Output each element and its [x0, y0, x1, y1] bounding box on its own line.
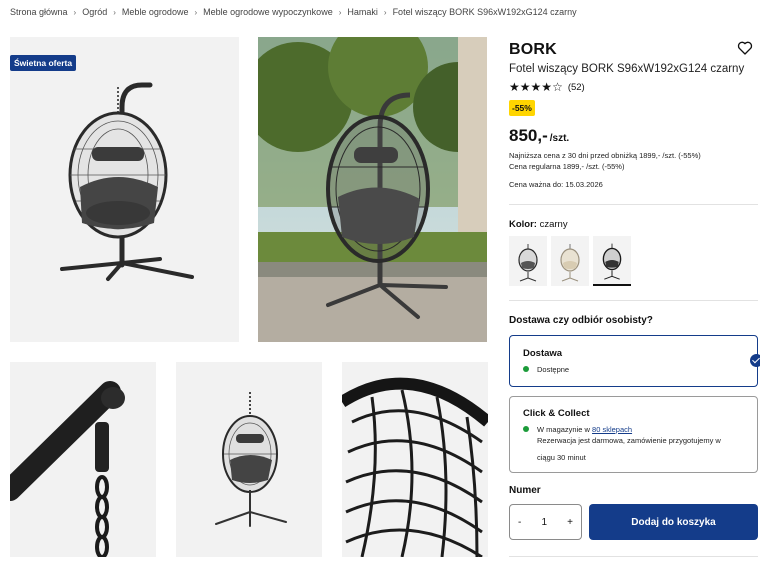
add-to-cart-button[interactable]: Dodaj do koszyka: [589, 504, 758, 540]
star-full-icon: ★: [530, 80, 542, 94]
color-swatch-beige[interactable]: [551, 236, 589, 286]
chevron-right-icon: ›: [383, 7, 387, 17]
product-image-garden[interactable]: [258, 37, 487, 342]
price: 850,-/szt.: [509, 126, 569, 146]
quantity-label: Numer: [509, 485, 541, 496]
swatch-chair-image: [602, 243, 622, 280]
availability-status: Dostępne: [537, 365, 570, 374]
delivery-option-title: Click & Collect: [523, 408, 590, 419]
rating-count: (52): [567, 81, 585, 93]
hanging-chair-small-image: [176, 362, 322, 557]
color-label-title: Kolor:: [509, 219, 537, 230]
breadcrumb-lounge-furniture[interactable]: Meble ogrodowe wypoczynkowe: [203, 7, 333, 17]
product-rating[interactable]: ★★★★☆ (52): [509, 80, 585, 94]
delivery-option-title: Dostawa: [523, 348, 563, 359]
quantity-value[interactable]: 1: [541, 517, 547, 528]
check-icon: [750, 354, 760, 367]
breadcrumb-garden-furniture[interactable]: Meble ogrodowe: [122, 7, 189, 17]
store-availability-line: W magazynie w 80 sklepach: [523, 425, 632, 434]
in-stock-dot-icon: [523, 426, 529, 432]
product-image-weave[interactable]: [342, 362, 488, 557]
hook-chain-closeup-image: [10, 362, 156, 557]
hanging-chair-image: [10, 37, 239, 342]
great-offer-badge: Świetna oferta: [10, 55, 77, 71]
breadcrumb: Strona główna › Ogród › Meble ogrodowe ›…: [10, 7, 577, 17]
color-value: czarny: [539, 219, 568, 230]
divider: [509, 204, 758, 205]
star-empty-icon: ☆: [552, 80, 563, 94]
reservation-note-line-1: Rezerwacja jest darmowa, zamówienie przy…: [537, 436, 721, 445]
rating-stars: ★★★★☆: [509, 80, 563, 94]
star-full-icon: ★: [519, 80, 531, 94]
price-valid-until: Cena ważna do: 15.03.2026: [509, 180, 603, 189]
discount-badge: -55%: [509, 100, 535, 116]
hanging-chair-garden-image: [258, 37, 487, 342]
delivery-option-shipping[interactable]: Dostawa Dostępne: [509, 335, 760, 387]
price-value: 850,-: [509, 126, 548, 145]
color-label: Kolor: czarny: [509, 219, 568, 230]
wicker-weave-closeup-image: [342, 362, 488, 557]
regular-price-note: Cena regularna 1899,- /szt. (-55%): [509, 162, 625, 171]
product-name: Fotel wiszący BORK S96xW192xG124 czarny: [509, 63, 745, 75]
breadcrumb-current[interactable]: Fotel wiszący BORK S96xW192xG124 czarny: [393, 7, 577, 17]
store-availability-text: W magazynie w 80 sklepach: [537, 425, 632, 434]
product-brand: BORK: [509, 41, 557, 58]
product-image-hook[interactable]: [10, 362, 156, 557]
swatch-chair-image: [560, 244, 580, 282]
chevron-right-icon: ›: [113, 7, 116, 17]
stores-link[interactable]: 80 sklepach: [592, 425, 632, 434]
quantity-increase-button[interactable]: +: [567, 517, 573, 528]
chevron-right-icon: ›: [73, 7, 77, 17]
star-full-icon: ★: [541, 80, 553, 94]
price-unit: /szt.: [549, 133, 570, 144]
store-availability-prefix: W magazynie w: [537, 425, 593, 434]
breadcrumb-home[interactable]: Strona główna: [10, 7, 68, 17]
product-image-main[interactable]: [10, 37, 239, 342]
star-full-icon: ★: [509, 80, 520, 94]
divider: [509, 556, 758, 557]
product-image-small[interactable]: [176, 362, 322, 557]
in-stock-dot-icon: [523, 366, 529, 372]
reservation-note-line-2: ciągu 30 minut: [537, 453, 586, 462]
chevron-right-icon: ›: [194, 7, 198, 17]
availability-line: Dostępne: [523, 365, 569, 374]
quantity-stepper: - 1 +: [509, 504, 582, 540]
color-swatch-black-gray[interactable]: [509, 236, 547, 286]
delivery-section-title: Dostawa czy odbiór osobisty?: [509, 315, 653, 326]
color-swatch-black[interactable]: [593, 236, 631, 286]
swatch-chair-image: [518, 244, 538, 282]
chevron-right-icon: ›: [338, 7, 342, 17]
lowest-price-note: Najniższa cena z 30 dni przed obniżką 18…: [509, 151, 701, 160]
delivery-option-click-collect[interactable]: Click & Collect W magazynie w 80 sklepac…: [509, 396, 758, 473]
breadcrumb-hammocks[interactable]: Hamaki: [347, 7, 378, 17]
heart-icon[interactable]: [737, 40, 753, 56]
quantity-decrease-button[interactable]: -: [518, 517, 521, 528]
breadcrumb-garden[interactable]: Ogród: [82, 7, 107, 17]
divider: [509, 300, 758, 301]
